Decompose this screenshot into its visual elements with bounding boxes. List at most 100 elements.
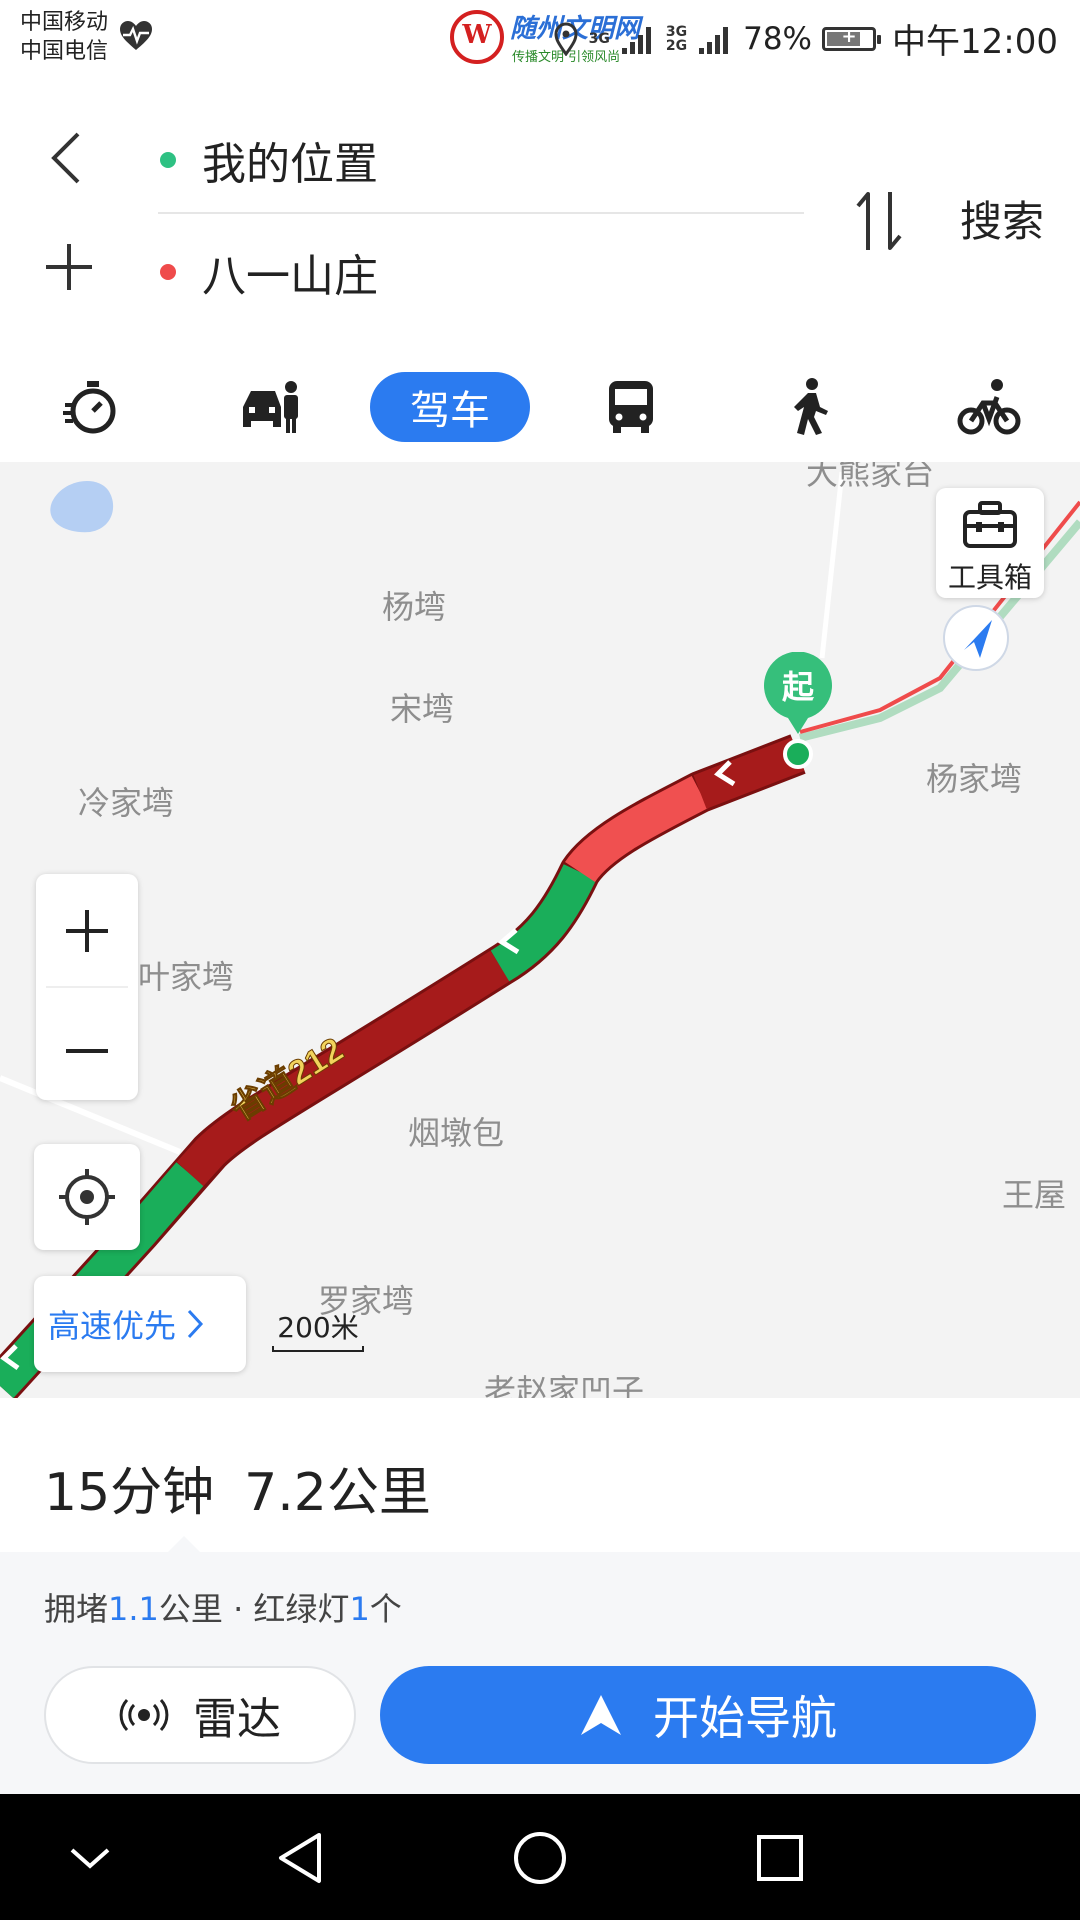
travel-mode-tabs: 驾车 (0, 356, 1080, 456)
route-summary[interactable]: 15分钟 7.2公里 (0, 1398, 1080, 1552)
route-congested-2 (693, 737, 805, 809)
radar-button[interactable]: 雷达 (44, 1666, 356, 1764)
heart-rate-icon (120, 21, 152, 50)
zoom-out-icon[interactable] (62, 1026, 112, 1076)
place-label: 王屋 (1002, 1176, 1067, 1214)
system-home-button[interactable] (510, 1828, 570, 1888)
clock: 中午12:00 (892, 22, 1058, 62)
toolbox-button[interactable]: 工具箱 (936, 488, 1044, 598)
origin-dot (160, 152, 176, 168)
network-type-1: 3G (588, 30, 610, 47)
car-person-icon (243, 381, 298, 433)
tab-timer[interactable] (52, 368, 130, 446)
destination-dot (160, 264, 176, 280)
origin-text: 我的位置 (202, 139, 378, 190)
recents-square-icon (757, 1835, 803, 1881)
carrier-1: 中国移动 (20, 10, 109, 35)
locate-icon (59, 1169, 115, 1225)
logo-mark: W (450, 10, 504, 64)
zoom-divider (46, 986, 128, 988)
locate-button[interactable] (34, 1144, 140, 1250)
navigation-arrow-icon (581, 1695, 621, 1735)
system-recents-button[interactable] (750, 1828, 810, 1888)
route-clear-2 (490, 864, 597, 982)
place-label: 老赵家凹子 (484, 1372, 645, 1398)
carrier-info: 中国移动 中国电信 (20, 8, 108, 66)
home-circle-icon (514, 1832, 566, 1884)
chevron-down-icon (70, 1848, 110, 1869)
zoom-controls (36, 874, 138, 1100)
add-waypoint-icon[interactable] (44, 242, 94, 292)
destination-field[interactable]: 八一山庄 (160, 240, 378, 304)
scale-label: 200米 (277, 1311, 359, 1344)
signal-icon-2 (699, 26, 729, 54)
bus-icon (609, 381, 653, 433)
side-road (819, 471, 845, 659)
battery-percent: 78% (743, 20, 813, 57)
system-back-button[interactable] (270, 1828, 330, 1888)
route-header: 我的位置 八一山庄 搜索 驾车 (0, 76, 1080, 462)
map-scale: 200米 (272, 1306, 364, 1352)
walk-icon (794, 378, 828, 435)
timer-icon (63, 381, 116, 434)
radar-label: 雷达 (193, 1694, 281, 1745)
hide-keyboard-button[interactable] (60, 1828, 120, 1888)
place-label: 烟墩包 (408, 1114, 505, 1152)
battery-icon: + (822, 25, 882, 51)
location-icon (554, 22, 578, 56)
map-layer: 省道212 (0, 471, 1080, 1398)
status-indicators: 3G 3G 2G 78% + 中午12:00 (553, 14, 1058, 63)
summary-notch (168, 1536, 200, 1552)
tab-drive-label: 驾车 (410, 388, 490, 434)
place-label: 叶家塆 (138, 958, 235, 996)
tab-ride-hailing[interactable] (232, 368, 310, 446)
charging-icon: + (841, 25, 857, 47)
chevron-right-icon (187, 1309, 204, 1339)
destination-text: 八一山庄 (202, 251, 378, 302)
status-bar: 中国移动 中国电信 W 随州文明网 传播文明 引领风尚 3G 3G 2G 78% … (0, 0, 1080, 76)
tab-walk[interactable] (770, 368, 848, 446)
network-type-2: 3G 2G (665, 23, 688, 54)
search-button[interactable]: 搜索 (960, 188, 1044, 249)
start-navigation-label: 开始导航 (653, 1691, 837, 1745)
route-distance: 7.2公里 (244, 1463, 431, 1523)
start-navigation-button[interactable]: 开始导航 (380, 1666, 1036, 1764)
route-slow (565, 776, 709, 883)
carrier-2: 中国电信 (20, 39, 109, 64)
route-detail-panel: 拥堵1.1公里 · 红绿灯1个 雷达 开始导航 (0, 1552, 1080, 1794)
route-divider (158, 212, 804, 214)
bike-icon (957, 379, 1021, 435)
route-preference-label: 高速优先 (48, 1307, 177, 1345)
signal-icon-1 (621, 26, 651, 54)
route-duration: 15分钟 (44, 1463, 215, 1523)
scale-bar (272, 1346, 364, 1352)
place-label: 杨塆 (382, 588, 447, 626)
route-detail-text: 拥堵1.1公里 · 红绿灯1个 (44, 1590, 402, 1628)
start-point-dot (783, 739, 813, 769)
system-nav-bar (0, 1794, 1080, 1920)
start-marker: 起 (762, 652, 834, 736)
place-label: 宋塆 (390, 690, 455, 728)
toolbox-label: 工具箱 (947, 561, 1032, 594)
place-label: 大熊家台 (806, 462, 935, 492)
tab-bike[interactable] (950, 368, 1028, 446)
map-view[interactable]: 省道212 大熊家台 杨塆 宋塆 冷家塆 杨家塆 叶家塆 烟墩包 王屋 罗家塆 … (0, 462, 1080, 1398)
start-pin-label: 起 (781, 668, 814, 706)
swap-icon[interactable] (852, 186, 908, 256)
compass-icon[interactable] (940, 602, 1012, 674)
tab-bus[interactable] (592, 368, 670, 446)
traffic-light-count: 1 (349, 1590, 370, 1628)
radar-icon (119, 1698, 169, 1732)
place-label: 杨家塆 (926, 760, 1023, 798)
summary-main: 15分钟 7.2公里 (44, 1450, 461, 1525)
back-triangle-icon (279, 1833, 321, 1883)
route-preference-button[interactable]: 高速优先 (34, 1276, 246, 1372)
back-icon[interactable] (48, 130, 84, 186)
tab-drive[interactable]: 驾车 (370, 372, 530, 442)
place-label: 冷家塆 (78, 784, 175, 822)
zoom-in-icon[interactable] (62, 906, 112, 956)
lake-shape (50, 480, 114, 533)
origin-field[interactable]: 我的位置 (160, 128, 378, 192)
toolbox-icon (963, 501, 1017, 548)
congestion-value: 1.1 (108, 1590, 159, 1628)
